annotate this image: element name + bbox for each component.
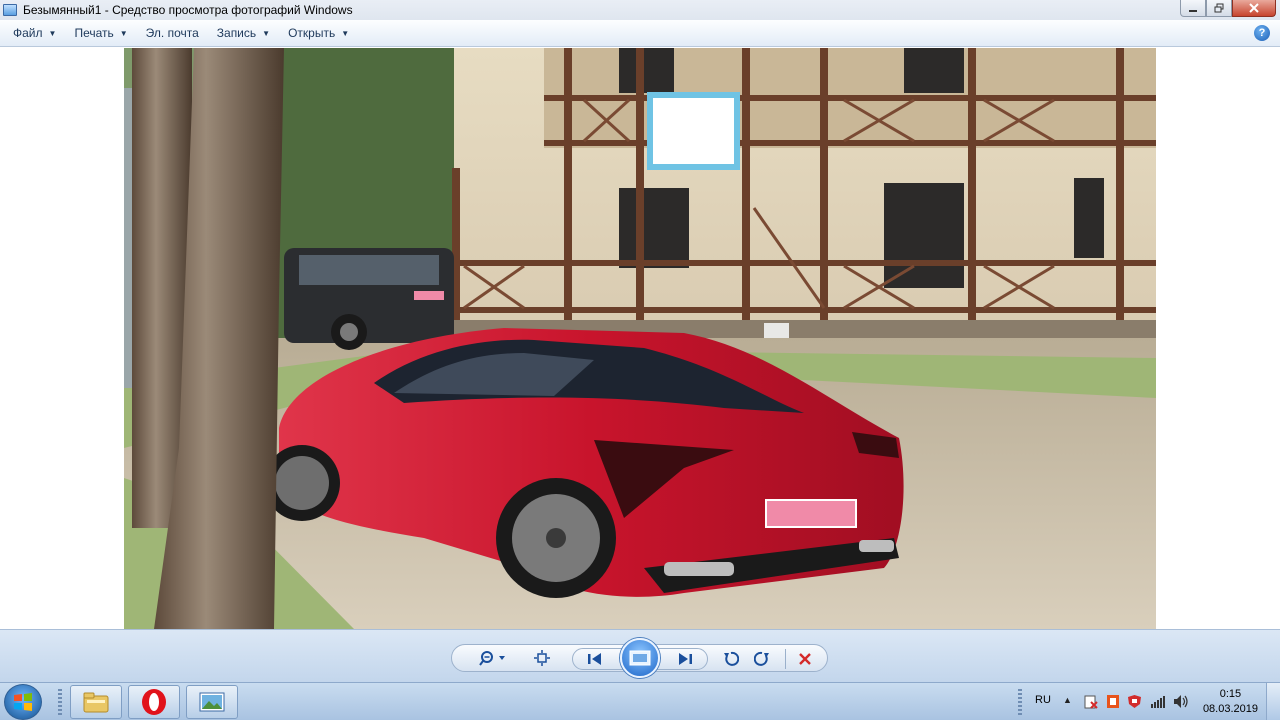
close-button[interactable] bbox=[1232, 0, 1276, 17]
slideshow-icon bbox=[629, 650, 651, 666]
photo-illustration bbox=[124, 48, 1156, 629]
photo-red-sports-car bbox=[124, 48, 1156, 629]
chevron-down-icon: ▼ bbox=[341, 28, 350, 38]
menu-print-label: Печать bbox=[74, 26, 114, 40]
minimize-icon bbox=[1189, 10, 1197, 12]
show-desktop-button[interactable] bbox=[1266, 683, 1280, 720]
title-bar: Безымянный1 - Средство просмотра фотогра… bbox=[0, 0, 1280, 20]
menu-open-label: Открыть bbox=[288, 26, 336, 40]
control-separator bbox=[785, 649, 786, 669]
slideshow-button[interactable] bbox=[620, 638, 660, 678]
actual-size-button[interactable] bbox=[530, 647, 554, 669]
chevron-down-icon: ▼ bbox=[48, 28, 57, 38]
rotate-counterclockwise-icon bbox=[724, 651, 739, 666]
menu-print[interactable]: Печать ▼ bbox=[65, 22, 136, 44]
rotate-clockwise-icon bbox=[754, 651, 769, 666]
taskbar-file-explorer[interactable] bbox=[70, 685, 122, 719]
taskbar-opera[interactable] bbox=[128, 685, 180, 719]
rotate-clockwise-button[interactable] bbox=[751, 648, 773, 670]
windows-logo-icon bbox=[14, 693, 32, 711]
help-icon[interactable]: ? bbox=[1254, 25, 1270, 41]
viewer-control-bar bbox=[0, 629, 1280, 682]
window-title: Безымянный1 - Средство просмотра фотогра… bbox=[23, 3, 353, 17]
window-controls bbox=[1180, 0, 1276, 17]
previous-icon bbox=[588, 653, 601, 665]
action-center-icon[interactable] bbox=[1084, 695, 1098, 709]
taskbar-grip bbox=[58, 689, 62, 715]
next-icon bbox=[679, 653, 692, 665]
menu-open[interactable]: Открыть ▼ bbox=[279, 22, 358, 44]
zoom-icon bbox=[479, 651, 505, 666]
office-icon[interactable] bbox=[1106, 694, 1120, 709]
taskbar: RU ▲ 0:15 08.03.2019 bbox=[0, 682, 1280, 720]
minimize-button[interactable] bbox=[1180, 0, 1206, 17]
clock[interactable]: 0:15 08.03.2019 bbox=[1203, 687, 1258, 717]
menu-file-label: Файл bbox=[13, 26, 43, 40]
volume-icon[interactable] bbox=[1173, 694, 1189, 709]
next-button[interactable] bbox=[672, 649, 698, 669]
file-explorer-icon bbox=[83, 692, 109, 713]
actual-size-icon bbox=[534, 650, 550, 666]
menu-file[interactable]: Файл ▼ bbox=[4, 22, 65, 44]
chevron-down-icon: ▼ bbox=[119, 28, 128, 38]
chevron-down-icon: ▼ bbox=[262, 28, 271, 38]
network-signal-icon[interactable] bbox=[1150, 694, 1166, 709]
clock-date: 08.03.2019 bbox=[1202, 703, 1258, 715]
close-icon bbox=[1249, 3, 1259, 13]
zoom-button[interactable] bbox=[475, 647, 509, 669]
start-button[interactable] bbox=[4, 684, 42, 720]
photo-viewer-app-icon bbox=[3, 4, 17, 16]
previous-button[interactable] bbox=[582, 649, 608, 669]
delete-button[interactable] bbox=[794, 648, 816, 670]
menu-burn-label: Запись bbox=[216, 26, 257, 40]
clock-time: 0:15 bbox=[1219, 688, 1242, 700]
taskbar-photo-viewer[interactable] bbox=[186, 685, 238, 719]
tray-grip bbox=[1018, 689, 1022, 715]
maximize-button[interactable] bbox=[1206, 0, 1232, 17]
menu-bar: Файл ▼ Печать ▼ Эл. почта Запись ▼ Открыть ▼… bbox=[0, 20, 1280, 47]
show-hidden-icons-icon[interactable]: ▲ bbox=[1063, 695, 1072, 705]
restore-icon bbox=[1214, 3, 1224, 13]
security-shield-icon[interactable] bbox=[1127, 694, 1142, 709]
rotate-counterclockwise-button[interactable] bbox=[720, 648, 742, 670]
menu-email[interactable]: Эл. почта bbox=[137, 22, 208, 44]
delete-icon bbox=[799, 653, 811, 665]
menu-burn[interactable]: Запись ▼ bbox=[208, 22, 279, 44]
opera-icon bbox=[142, 689, 166, 715]
menu-email-label: Эл. почта bbox=[145, 26, 199, 40]
language-indicator[interactable]: RU bbox=[1035, 694, 1051, 706]
photo-viewer-area bbox=[0, 48, 1280, 629]
photo-viewer-icon bbox=[199, 692, 225, 712]
